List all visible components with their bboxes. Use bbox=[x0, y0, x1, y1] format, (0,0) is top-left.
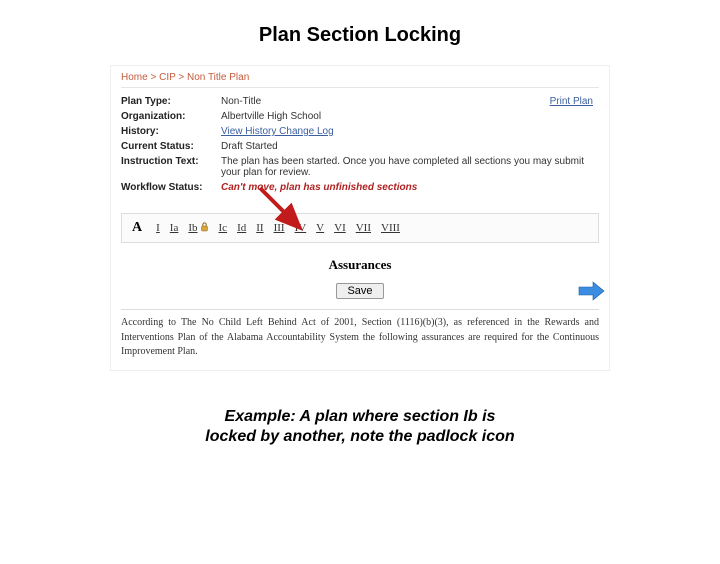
section-tab-label: VI bbox=[334, 222, 346, 234]
section-tab-ic[interactable]: Ic bbox=[219, 222, 228, 234]
section-tab-vi[interactable]: VI bbox=[334, 222, 346, 234]
section-tab-label: I bbox=[156, 222, 160, 234]
section-tab-i[interactable]: I bbox=[156, 222, 160, 234]
history-link[interactable]: View History Change Log bbox=[221, 126, 334, 137]
section-tab-v[interactable]: V bbox=[316, 222, 324, 234]
section-tab-ib[interactable]: Ib bbox=[188, 222, 208, 235]
breadcrumb-cip[interactable]: CIP bbox=[159, 72, 176, 83]
panel-title: Assurances bbox=[121, 257, 599, 273]
section-tab-label: IV bbox=[295, 222, 307, 234]
breadcrumb: Home > CIP > Non Title Plan bbox=[121, 72, 599, 88]
plan-meta: Print Plan Plan Type: Non-Title Organiza… bbox=[121, 94, 599, 195]
padlock-icon bbox=[200, 222, 209, 235]
history-label: History: bbox=[121, 124, 221, 139]
caption-line2: locked by another, note the padlock icon bbox=[205, 428, 514, 445]
section-tab-label: Ic bbox=[219, 222, 228, 234]
section-tab-label: VII bbox=[356, 222, 371, 234]
section-tab-iv[interactable]: IV bbox=[295, 222, 307, 234]
instruction-text-value: The plan has been started. Once you have… bbox=[221, 154, 599, 180]
assurance-body: According to The No Child Left Behind Ac… bbox=[121, 309, 599, 360]
breadcrumb-home[interactable]: Home bbox=[121, 72, 148, 83]
plan-type-label: Plan Type: bbox=[121, 94, 221, 109]
caption-line1: Example: A plan where section Ib is bbox=[225, 408, 496, 425]
section-tab-ia[interactable]: Ia bbox=[170, 222, 179, 234]
section-tab-ii[interactable]: II bbox=[256, 222, 263, 234]
next-arrow-icon[interactable] bbox=[577, 281, 605, 304]
current-status-value: Draft Started bbox=[221, 139, 599, 154]
current-status-label: Current Status: bbox=[121, 139, 221, 154]
section-tab-label: Id bbox=[237, 222, 246, 234]
section-tab-viii[interactable]: VIII bbox=[381, 222, 400, 234]
instruction-text-label: Instruction Text: bbox=[121, 154, 221, 180]
section-tabs: A IIaIbIcIdIIIIIIVVVIVIIVIII bbox=[121, 213, 599, 243]
section-tab-label: III bbox=[274, 222, 285, 234]
example-caption: Example: A plan where section Ib is lock… bbox=[0, 407, 720, 449]
breadcrumb-current: Non Title Plan bbox=[187, 72, 249, 83]
page-title: Plan Section Locking bbox=[0, 24, 720, 47]
organization-value: Albertville High School bbox=[221, 109, 599, 124]
section-tab-iii[interactable]: III bbox=[274, 222, 285, 234]
print-plan-link[interactable]: Print Plan bbox=[550, 96, 593, 107]
plan-type-value: Non-Title bbox=[221, 94, 599, 109]
section-tab-vii[interactable]: VII bbox=[356, 222, 371, 234]
workflow-status-value: Can't move, plan has unfinished sections bbox=[221, 180, 599, 195]
app-screenshot: Home > CIP > Non Title Plan Print Plan P… bbox=[110, 65, 610, 371]
save-row: Save bbox=[121, 283, 599, 299]
organization-label: Organization: bbox=[121, 109, 221, 124]
section-tab-label: II bbox=[256, 222, 263, 234]
section-tab-id[interactable]: Id bbox=[237, 222, 246, 234]
workflow-status-label: Workflow Status: bbox=[121, 180, 221, 195]
section-prefix: A bbox=[128, 220, 146, 236]
section-tab-label: VIII bbox=[381, 222, 400, 234]
section-tab-label: V bbox=[316, 222, 324, 234]
section-tab-label: Ib bbox=[188, 222, 197, 234]
section-tab-label: Ia bbox=[170, 222, 179, 234]
save-button[interactable]: Save bbox=[336, 283, 383, 299]
